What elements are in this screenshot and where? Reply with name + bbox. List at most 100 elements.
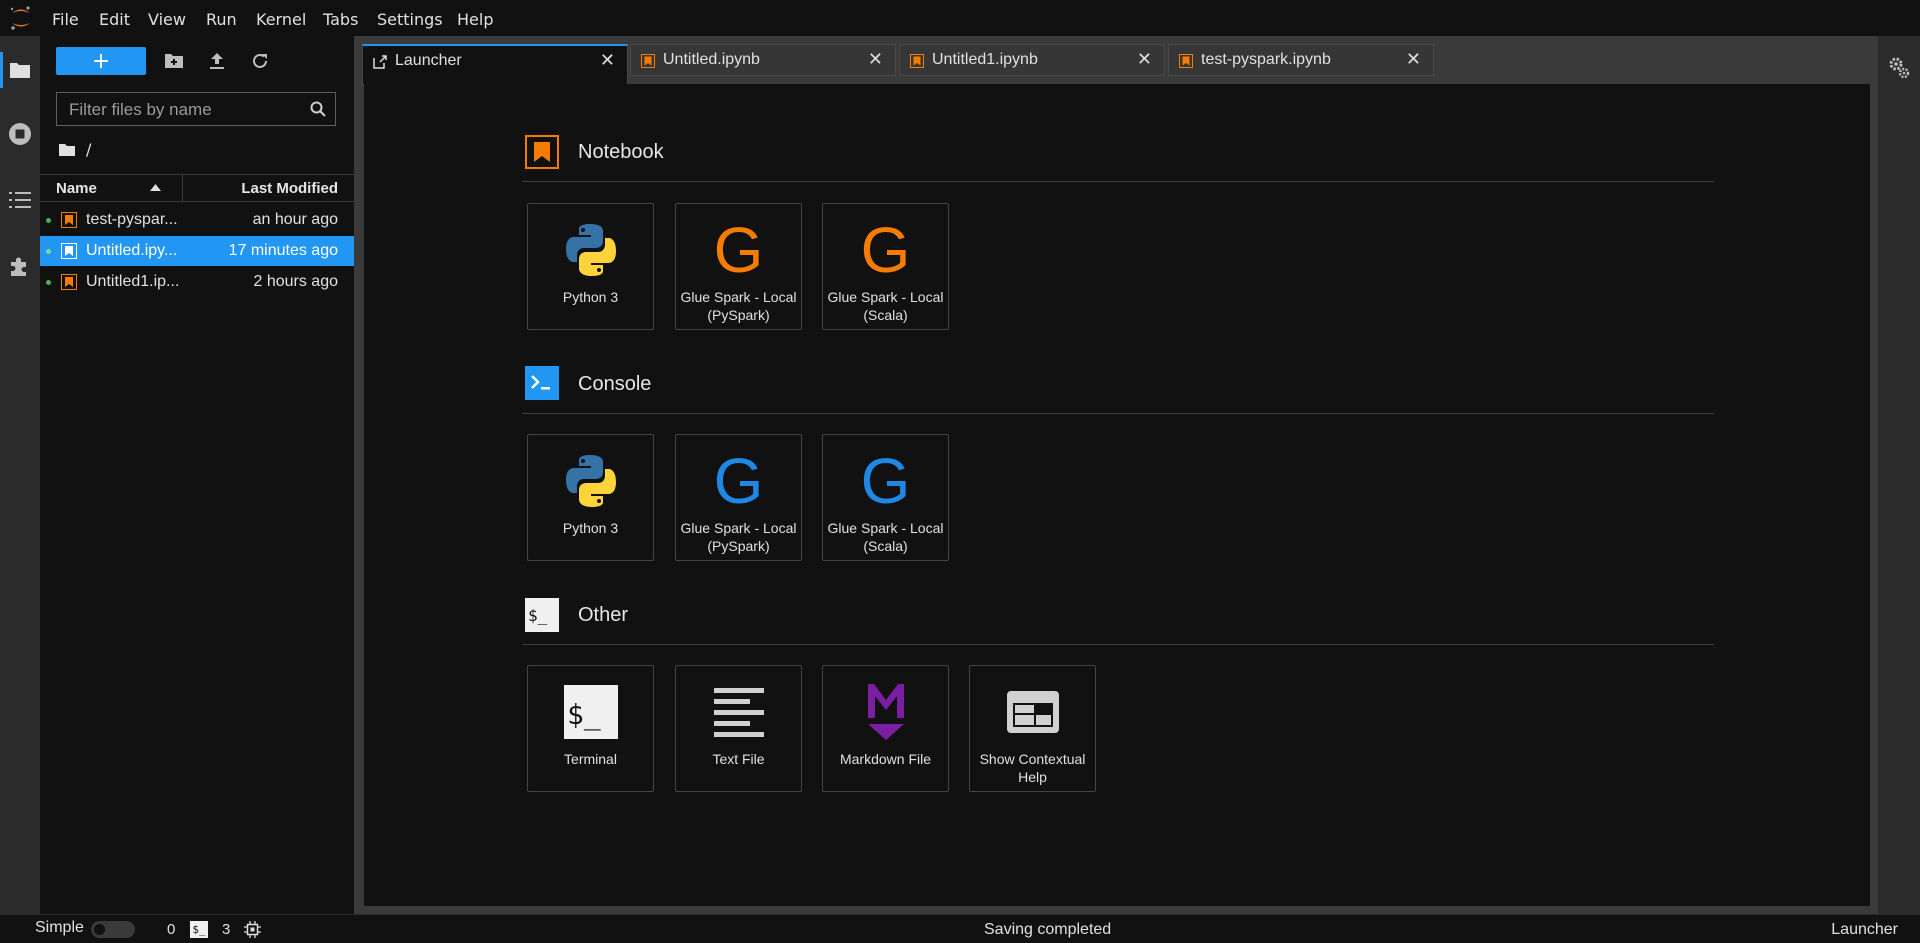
notebook-icon [61, 212, 77, 228]
section-divider [522, 644, 1714, 645]
notebook-icon [61, 243, 77, 259]
file-name: Untitled1.ip... [86, 273, 180, 290]
section-title-other: Other [578, 604, 629, 626]
menu-run[interactable]: Run [206, 10, 237, 29]
launcher-card-contextual-help[interactable]: Show Contextual Help [969, 665, 1096, 792]
launcher-card-notebook-glue-scala[interactable]: G Glue Spark - Local (Scala) [822, 203, 949, 330]
breadcrumb: / [58, 140, 91, 159]
filter-files-input[interactable] [67, 99, 301, 121]
column-name[interactable]: Name [56, 180, 97, 197]
python-icon [528, 447, 653, 515]
menu-view[interactable]: View [148, 10, 186, 29]
close-icon[interactable]: ✕ [600, 50, 615, 71]
launcher-card-console-python3[interactable]: Python 3 [527, 434, 654, 561]
launcher-panel: Notebook Python 3 G Glue Spark - Local (… [364, 84, 1870, 906]
text-file-icon [676, 678, 801, 746]
breadcrumb-root[interactable]: / [86, 140, 91, 159]
close-icon[interactable]: ✕ [1137, 49, 1152, 70]
cpu-memory-icon[interactable] [244, 921, 261, 938]
terminal-count[interactable]: 3 [222, 921, 230, 938]
search-icon[interactable] [310, 101, 326, 117]
left-activity-bar [0, 36, 40, 914]
column-last-modified[interactable]: Last Modified [241, 180, 338, 197]
tab-test-pyspark[interactable]: test-pyspark.ipynb ✕ [1168, 44, 1434, 76]
sort-ascending-icon[interactable] [150, 184, 161, 191]
terminal-icon: $_ [528, 678, 653, 746]
file-row[interactable]: Untitled1.ip... 2 hours ago [40, 267, 354, 297]
filter-files-field[interactable] [56, 92, 336, 126]
file-modified: 2 hours ago [253, 273, 338, 290]
launcher-card-terminal[interactable]: $_ Terminal [527, 665, 654, 792]
notebook-icon [1179, 54, 1193, 68]
file-name: test-pyspar... [86, 211, 178, 228]
svg-text:$_: $_ [567, 698, 601, 732]
tab-untitled1[interactable]: Untitled1.ipynb ✕ [899, 44, 1165, 76]
tab-label: Untitled1.ipynb [932, 51, 1038, 68]
menu-edit[interactable]: Edit [99, 10, 130, 29]
notebook-icon [61, 274, 77, 290]
console-section-icon [525, 366, 559, 400]
table-of-contents-icon[interactable] [6, 186, 34, 214]
card-label: Terminal [564, 751, 617, 767]
glue-g-orange-icon: G [713, 214, 764, 286]
home-folder-icon[interactable] [58, 143, 76, 157]
card-label: Python 3 [562, 289, 619, 305]
column-divider [182, 175, 183, 202]
new-folder-icon[interactable] [162, 49, 186, 73]
notebook-section-icon [525, 135, 559, 169]
running-indicator [46, 280, 51, 285]
menu-kernel[interactable]: Kernel [256, 10, 306, 29]
folder-icon[interactable] [6, 56, 34, 84]
toggle-knob [94, 924, 105, 935]
section-divider [522, 413, 1714, 414]
launcher-card-markdown-file[interactable]: Markdown File [822, 665, 949, 792]
launcher-icon [373, 55, 387, 69]
launcher-card-console-glue-pyspark[interactable]: G Glue Spark - Local (PySpark) [675, 434, 802, 561]
file-name: Untitled.ipy... [86, 242, 178, 259]
file-row[interactable]: test-pyspar... an hour ago [40, 205, 354, 235]
active-indicator [0, 52, 3, 88]
tab-untitled[interactable]: Untitled.ipynb ✕ [630, 44, 896, 76]
svg-text:$_: $_ [528, 606, 548, 625]
notebook-icon [910, 54, 924, 68]
notebook-icon [641, 54, 655, 68]
menu-tabs[interactable]: Tabs [323, 10, 358, 29]
tab-launcher[interactable]: Launcher ✕ [362, 44, 628, 85]
simple-mode-toggle[interactable] [91, 921, 135, 938]
tab-label: Untitled.ipynb [663, 51, 760, 68]
terminal-badge-icon: $_ [190, 921, 208, 938]
file-row-selected[interactable]: Untitled.ipy... 17 minutes ago [40, 236, 354, 266]
current-activity-label: Launcher [1831, 921, 1898, 938]
running-indicator [46, 249, 51, 254]
extension-puzzle-icon[interactable] [6, 252, 34, 280]
property-inspector-gears-icon[interactable] [1888, 56, 1910, 80]
jupyter-logo-icon[interactable] [8, 4, 34, 32]
card-label: Show Contextual Help [979, 751, 1086, 785]
menu-settings[interactable]: Settings [377, 10, 443, 29]
glue-g-blue-icon: G [860, 445, 911, 517]
running-indicator [46, 218, 51, 223]
close-icon[interactable]: ✕ [868, 49, 883, 70]
menu-help[interactable]: Help [457, 10, 493, 29]
file-modified: an hour ago [252, 211, 338, 228]
menu-file[interactable]: File [52, 10, 79, 29]
markdown-icon [823, 678, 948, 746]
card-label: Glue Spark - Local (Scala) [827, 289, 944, 323]
launcher-card-notebook-python3[interactable]: Python 3 [527, 203, 654, 330]
launcher-card-text-file[interactable]: Text File [675, 665, 802, 792]
refresh-icon[interactable] [248, 49, 272, 73]
launcher-card-notebook-glue-pyspark[interactable]: G Glue Spark - Local (PySpark) [675, 203, 802, 330]
launcher-card-console-glue-scala[interactable]: G Glue Spark - Local (Scala) [822, 434, 949, 561]
kernel-count[interactable]: 0 [167, 921, 175, 938]
new-launcher-button[interactable]: + [56, 47, 146, 75]
status-message: Saving completed [984, 921, 1112, 938]
right-sidebar [1878, 36, 1920, 914]
file-modified: 17 minutes ago [228, 242, 338, 259]
running-kernels-icon[interactable] [6, 120, 34, 148]
close-icon[interactable]: ✕ [1406, 49, 1421, 70]
upload-icon[interactable] [205, 49, 229, 73]
tab-label: Launcher [395, 52, 462, 69]
tab-label: test-pyspark.ipynb [1201, 51, 1331, 68]
glue-g-blue-icon: G [713, 445, 764, 517]
python-icon [528, 216, 653, 284]
